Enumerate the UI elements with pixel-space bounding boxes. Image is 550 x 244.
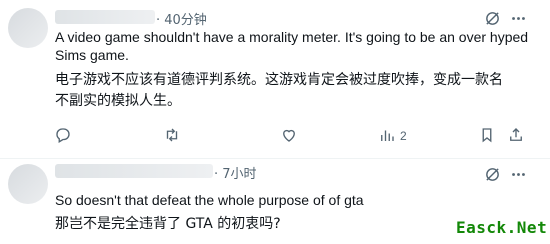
site-watermark: Easck.Net [456, 218, 548, 237]
grok-icon[interactable] [483, 165, 501, 183]
views-count: 2 [400, 129, 407, 143]
author-name-blurred[interactable] [55, 10, 155, 24]
timestamp[interactable]: 40分钟 [164, 13, 207, 28]
repost-icon [163, 126, 181, 147]
post[interactable]: · 40分钟 A video game shouldn't have a mor… [0, 0, 550, 158]
more-icon[interactable] [509, 9, 527, 27]
post-text-english: A video game shouldn't have a morality m… [55, 29, 529, 63]
post-text-english: So doesn't that defeat the whole purpose… [55, 192, 364, 208]
more-icon[interactable] [509, 165, 527, 183]
grok-icon[interactable] [483, 9, 501, 27]
views-icon [378, 126, 396, 147]
repost-button[interactable] [163, 127, 181, 145]
share-button[interactable] [507, 127, 525, 145]
reply-icon [54, 126, 72, 147]
timestamp[interactable]: 7小时 [222, 167, 256, 182]
bookmark-button[interactable] [478, 127, 496, 145]
avatar[interactable] [8, 8, 48, 48]
post-meta: · 40分钟 [156, 13, 207, 28]
post-text-chinese: 电子游戏不应该有道德评判系统。这游戏肯定会被过度吹捧，变成一款名不副实的模拟人生… [55, 72, 503, 109]
author-name-blurred[interactable] [55, 164, 213, 178]
post-meta: · 7小时 [214, 167, 257, 182]
like-icon [280, 126, 298, 147]
reply-button[interactable] [54, 127, 72, 145]
like-button[interactable] [280, 127, 298, 145]
bookmark-icon [478, 126, 496, 147]
views-button[interactable]: 2 [378, 127, 407, 145]
post-text-chinese: 那岂不是完全违背了 GTA 的初衷吗? [55, 216, 281, 232]
avatar[interactable] [8, 164, 48, 204]
share-icon [507, 126, 525, 147]
